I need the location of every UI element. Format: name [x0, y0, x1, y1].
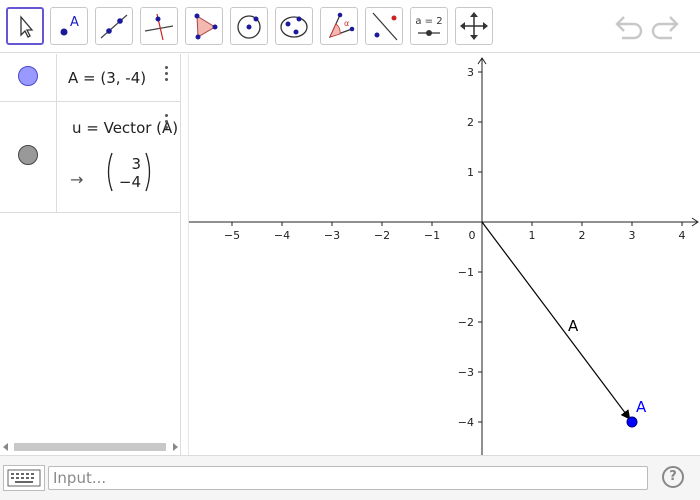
view-divider[interactable] [181, 54, 189, 455]
y-tick-label: −1 [458, 266, 474, 279]
x-tick-label: 0 [469, 229, 476, 242]
graphics-view[interactable]: −5 −4 −3 −2 −1 0 1 2 3 4 3 2 1 −1 −2 −3 −4 A A [189, 54, 700, 455]
vector-matrix: 3 −4 [107, 152, 151, 192]
algebra-row-vector-u[interactable]: u = Vector (A) → 3 −4 [0, 102, 181, 213]
x-tick-label: 4 [679, 229, 686, 242]
visibility-toggle-vector-u[interactable] [18, 145, 38, 165]
y-tick-label: −4 [458, 416, 474, 429]
circle-icon [237, 15, 261, 39]
algebra-view: A = (3, -4) u = Vector (A) → 3 −4 [0, 54, 181, 455]
point-a[interactable] [626, 416, 638, 428]
help-button[interactable]: ? [662, 466, 684, 488]
point-tool-button[interactable]: A [50, 7, 88, 45]
svg-text:A: A [70, 15, 79, 30]
vector-y-component: −4 [119, 173, 141, 191]
x-tick-label: −1 [424, 229, 440, 242]
visibility-toggle-point-a[interactable] [18, 66, 38, 86]
vector-u[interactable] [481, 221, 631, 420]
keyboard-icon [7, 469, 41, 487]
axis-tick-labels: −5 −4 −3 −2 −1 0 1 2 3 4 3 2 1 −1 −2 −3 −4 [224, 66, 686, 429]
y-tick-label: 3 [467, 66, 474, 79]
x-tick-label: −4 [274, 229, 290, 242]
perpendicular-icon [144, 13, 174, 41]
move-arrows-icon [460, 12, 488, 40]
more-options-icon[interactable] [165, 66, 169, 84]
y-tick-label: 2 [467, 116, 474, 129]
graphics-canvas[interactable]: −5 −4 −3 −2 −1 0 1 2 3 4 3 2 1 −1 −2 −3 −4 A A [189, 54, 700, 455]
y-tick-label: −3 [458, 366, 474, 379]
vector-label: A [568, 317, 579, 335]
point-a-label: A [636, 398, 647, 416]
input-bar: ? [0, 455, 700, 500]
more-options-icon[interactable] [165, 114, 169, 132]
marker-column [0, 54, 57, 101]
keyboard-button[interactable] [3, 465, 45, 491]
move-graphics-tool-button[interactable] [455, 7, 493, 45]
input-field[interactable] [48, 466, 648, 490]
line-tool-button[interactable] [95, 7, 133, 45]
x-tick-label: 3 [629, 229, 636, 242]
vector-x-component: 3 [131, 155, 141, 173]
move-tool-button[interactable] [6, 7, 44, 45]
angle-tool-button[interactable]: α [320, 7, 358, 45]
y-tick-label: −2 [458, 316, 474, 329]
slider-tool-button[interactable]: a = 2 [410, 7, 448, 45]
angle-icon: α [328, 12, 355, 39]
x-tick-label: −3 [324, 229, 340, 242]
x-tick-label: 1 [529, 229, 536, 242]
undo-icon [615, 16, 643, 40]
ellipse-icon [280, 16, 308, 38]
x-tick-label: 2 [579, 229, 586, 242]
redo-button[interactable] [650, 12, 682, 40]
slider-icon [418, 30, 440, 36]
result-arrow: → [70, 170, 84, 189]
cursor-icon [20, 15, 34, 38]
algebra-horizontal-scrollbar[interactable] [0, 440, 181, 454]
vector-u-definition[interactable]: u = Vector (A) [72, 119, 178, 137]
perpendicular-line-tool-button[interactable] [140, 7, 178, 45]
marker-column [0, 102, 57, 212]
polygon-icon [194, 13, 218, 40]
line-icon [100, 14, 128, 39]
point-a-definition[interactable]: A = (3, -4) [68, 69, 146, 87]
geogebra-app: A α a = 2 A = (3, -4) u = Vector (A) → 3… [0, 0, 700, 500]
scroll-right-icon[interactable] [171, 442, 179, 452]
y-tick-label: 1 [467, 166, 474, 179]
toolbar: A α a = 2 [0, 0, 700, 53]
svg-text:α: α [344, 19, 349, 28]
algebra-row-point-a[interactable]: A = (3, -4) [0, 54, 181, 102]
point-icon: A [60, 15, 79, 36]
polygon-tool-button[interactable] [185, 7, 223, 45]
reflect-tool-button[interactable] [365, 7, 403, 45]
reflect-icon [372, 12, 398, 41]
x-tick-label: −5 [224, 229, 240, 242]
x-tick-label: −2 [374, 229, 390, 242]
coordinate-axes [189, 57, 699, 455]
undo-button[interactable] [612, 12, 644, 40]
scroll-left-icon[interactable] [2, 442, 10, 452]
circle-tool-button[interactable] [230, 7, 268, 45]
ellipse-tool-button[interactable] [275, 7, 313, 45]
redo-icon [651, 16, 679, 40]
scrollbar-thumb[interactable] [14, 443, 166, 451]
